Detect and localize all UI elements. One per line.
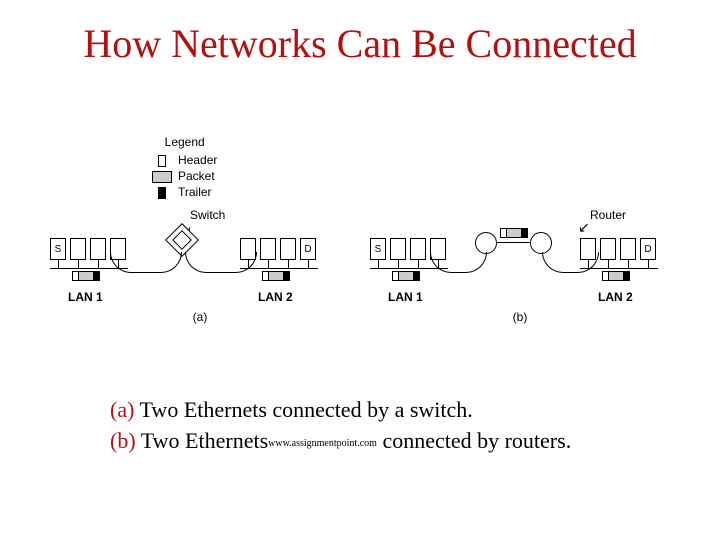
slide-title: How Networks Can Be Connected xyxy=(0,20,720,67)
bus-line xyxy=(370,268,448,269)
trailer-symbol-icon xyxy=(158,187,166,199)
lan2-a: D xyxy=(240,238,316,260)
caption-b-text1: Two Ethernets xyxy=(141,428,268,453)
host-label: S xyxy=(55,244,62,255)
host-label: D xyxy=(644,244,651,255)
lan1-name-a: LAN 1 xyxy=(68,290,103,304)
host-d: D xyxy=(640,238,656,260)
link-curve xyxy=(110,252,182,273)
bus-line xyxy=(50,268,128,269)
router-link xyxy=(496,242,530,243)
router-label: Router xyxy=(590,208,626,222)
lan2-name-a: LAN 2 xyxy=(258,290,293,304)
host xyxy=(390,238,406,260)
caption-a-text: Two Ethernets connected by a switch. xyxy=(140,397,473,422)
sublabel-a: (a) xyxy=(40,310,360,324)
bus-line xyxy=(580,268,658,269)
packet-icon xyxy=(500,228,528,238)
link-curve xyxy=(430,252,487,273)
host xyxy=(600,238,616,260)
host-label: D xyxy=(304,244,311,255)
header-symbol-icon xyxy=(158,155,166,167)
caption-a: (a) Two Ethernets connected by a switch. xyxy=(110,395,571,426)
packet-icon xyxy=(392,271,420,281)
arrow-down-icon: ↙ xyxy=(578,220,590,234)
lan1-name-b: LAN 1 xyxy=(388,290,423,304)
host-s: S xyxy=(50,238,66,260)
router-icon xyxy=(530,232,552,254)
lan2-name-b: LAN 2 xyxy=(598,290,633,304)
diagram-area: Switch ↘ S LAN 1 D xyxy=(40,210,680,330)
caption-a-prefix: (a) xyxy=(110,397,140,422)
legend-title: Legend xyxy=(152,135,217,149)
packet-icon xyxy=(72,271,100,281)
legend-label-trailer: Trailer xyxy=(178,185,212,199)
legend-label-header: Header xyxy=(178,153,217,167)
host xyxy=(90,238,106,260)
host xyxy=(240,238,256,260)
host-d: D xyxy=(300,238,316,260)
caption-b-prefix: (b) xyxy=(110,428,141,453)
caption-b-text2: connected by routers. xyxy=(377,428,571,453)
host xyxy=(580,238,596,260)
lan2-b: D xyxy=(580,238,656,260)
legend-box: Legend Header Packet Trailer xyxy=(152,135,217,201)
host-label: S xyxy=(375,244,382,255)
packet-icon xyxy=(602,271,630,281)
packet-icon xyxy=(262,271,290,281)
sublabel-b: (b) xyxy=(360,310,680,324)
caption-block: (a) Two Ethernets connected by a switch.… xyxy=(110,395,571,457)
bus-line xyxy=(240,268,318,269)
diagram-a: Switch ↘ S LAN 1 D xyxy=(40,210,360,330)
host xyxy=(620,238,636,260)
host xyxy=(70,238,86,260)
legend-label-packet: Packet xyxy=(178,169,215,183)
host xyxy=(280,238,296,260)
packet-symbol-icon xyxy=(152,171,172,183)
legend-row-trailer: Trailer xyxy=(152,185,217,199)
switch-label: Switch xyxy=(190,208,225,222)
legend-row-packet: Packet xyxy=(152,169,217,183)
host xyxy=(260,238,276,260)
slide: How Networks Can Be Connected Legend Hea… xyxy=(0,0,720,540)
host xyxy=(410,238,426,260)
legend-row-header: Header xyxy=(152,153,217,167)
diagram-b: Router ↙ S LAN 1 xyxy=(360,210,680,330)
caption-b: (b) Two Ethernetswww.assignmentpoint.com… xyxy=(110,426,571,457)
watermark-text: www.assignmentpoint.com xyxy=(268,437,377,451)
router-icon xyxy=(475,232,497,254)
host-s: S xyxy=(370,238,386,260)
